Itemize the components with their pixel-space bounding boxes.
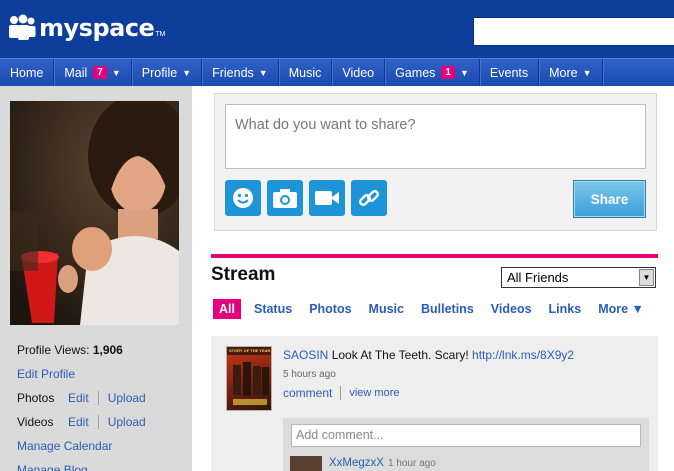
tab-videos[interactable]: Videos [491, 302, 532, 316]
top-header: myspace TM [0, 0, 674, 58]
profile-photo[interactable] [10, 101, 179, 325]
manage-blog-row: Manage Blog [17, 458, 187, 471]
post-url-link[interactable]: http://lnk.ms/8X9y2 [472, 348, 574, 362]
nav-profile-label: Profile [141, 65, 178, 80]
nav-home-label: Home [10, 65, 44, 80]
nav-music-label: Music [288, 65, 322, 80]
chevron-down-icon[interactable]: ▼ [460, 68, 469, 78]
share-panel: What do you want to share? Share [214, 93, 657, 231]
edit-profile-link[interactable]: Edit Profile [17, 367, 75, 381]
videos-label: Videos [17, 415, 54, 429]
add-comment-input[interactable]: Add comment... [291, 424, 641, 447]
stream-title: Stream [211, 264, 276, 285]
view-more-link[interactable]: view more [349, 387, 399, 399]
tab-bulletins[interactable]: Bulletins [421, 302, 474, 316]
nav-events[interactable]: Events [480, 59, 540, 86]
videos-upload-link[interactable]: Upload [108, 415, 146, 429]
profile-views-row: Profile Views: 1,906 [17, 338, 187, 362]
chevron-down-icon[interactable]: ▼ [583, 68, 592, 78]
stream-filter-select[interactable]: All Friends ▼ [501, 267, 656, 288]
nav-mail-label: Mail [64, 65, 88, 80]
myspace-people-icon [8, 14, 36, 42]
manage-calendar-row: Manage Calendar [17, 434, 187, 458]
nav-mail[interactable]: Mail 7 ▼ [54, 59, 132, 86]
nav-games[interactable]: Games 1 ▼ [385, 59, 480, 86]
nav-games-label: Games [395, 65, 436, 80]
tab-music[interactable]: Music [369, 302, 404, 316]
photos-label: Photos [17, 391, 55, 405]
tab-status[interactable]: Status [254, 302, 292, 316]
share-input[interactable]: What do you want to share? [225, 104, 646, 169]
divider [97, 415, 99, 429]
nav-video-label: Video [342, 65, 375, 80]
games-count-badge: 1 [441, 66, 455, 79]
camera-icon[interactable] [267, 180, 303, 216]
tab-more[interactable]: More ▼ [598, 302, 644, 316]
logo-trademark: TM [155, 30, 166, 38]
comment-link[interactable]: comment [283, 386, 332, 400]
nav-video[interactable]: Video [332, 59, 386, 86]
nav-events-label: Events [489, 65, 529, 80]
search-input[interactable] [473, 17, 674, 46]
tab-links[interactable]: Links [549, 302, 582, 316]
nav-profile[interactable]: Profile ▼ [132, 59, 203, 86]
edit-profile-row: Edit Profile [17, 362, 187, 386]
sidebar-links: Profile Views: 1,906 Edit Profile Photos… [17, 338, 187, 471]
nav-friends[interactable]: Friends ▼ [202, 59, 279, 86]
comment-section: Add comment... XxMegzxX 1 hour ago [283, 418, 649, 471]
video-camera-icon[interactable] [309, 180, 345, 216]
post-message: Look At The Teeth. Scary! [331, 348, 469, 362]
profile-views-label: Profile Views: [17, 343, 90, 357]
post-actions: comment view more [283, 386, 399, 400]
tab-all[interactable]: All [213, 299, 241, 319]
nav-more-label: More [549, 65, 578, 80]
myspace-logo[interactable]: myspace TM [8, 14, 165, 42]
post-thumbnail-caption: STORY OF THE YEAR [229, 348, 271, 353]
chevron-down-icon[interactable]: ▼ [639, 269, 654, 286]
comment-author-link[interactable]: XxMegzxX [329, 457, 384, 469]
manage-calendar-link[interactable]: Manage Calendar [17, 439, 112, 453]
photos-row: Photos Edit Upload [17, 386, 187, 410]
chevron-down-icon[interactable]: ▼ [112, 68, 121, 78]
stream-filter-value: All Friends [507, 270, 569, 285]
chevron-down-icon[interactable]: ▼ [182, 68, 191, 78]
profile-views-count: 1,906 [92, 343, 123, 357]
tab-photos[interactable]: Photos [309, 302, 351, 316]
nav-friends-label: Friends [212, 65, 254, 80]
smiley-icon[interactable] [225, 180, 261, 216]
nav-home[interactable]: Home [0, 59, 55, 86]
nav-more[interactable]: More ▼ [539, 59, 603, 86]
share-button[interactable]: Share [573, 180, 646, 218]
chevron-down-icon[interactable]: ▼ [259, 68, 268, 78]
photos-upload-link[interactable]: Upload [108, 391, 146, 405]
avatar[interactable] [290, 456, 322, 471]
link-icon[interactable] [351, 180, 387, 216]
divider [340, 386, 342, 400]
manage-blog-link[interactable]: Manage Blog [17, 463, 88, 471]
stream-tabs: All Status Photos Music Bulletins Videos… [213, 298, 661, 320]
main-nav: Home Mail 7 ▼ Profile ▼ Friends ▼ Music Vide… [0, 58, 674, 86]
videos-edit-link[interactable]: Edit [68, 415, 89, 429]
nav-music[interactable]: Music [279, 59, 333, 86]
post-timestamp: 5 hours ago [283, 369, 336, 380]
comment-timestamp: 1 hour ago [388, 458, 436, 469]
myspace-home-page: myspace TM Home Mail 7 ▼ Profile ▼ Friends ▼… [0, 0, 674, 471]
videos-row: Videos Edit Upload [17, 410, 187, 434]
left-sidebar: Profile Views: 1,906 Edit Profile Photos… [0, 86, 192, 471]
post-text-line: SAOSIN Look At The Teeth. Scary! http://… [283, 348, 653, 362]
post-author-link[interactable]: SAOSIN [283, 348, 328, 362]
mail-count-badge: 7 [93, 66, 107, 79]
photos-edit-link[interactable]: Edit [68, 391, 89, 405]
stream-divider [211, 254, 658, 258]
post-thumbnail[interactable]: STORY OF THE YEAR [226, 346, 272, 411]
logo-text: myspace [39, 14, 155, 42]
stream-feed: STORY OF THE YEAR SAOSIN Look At The Tee… [211, 336, 658, 471]
divider [97, 391, 99, 405]
